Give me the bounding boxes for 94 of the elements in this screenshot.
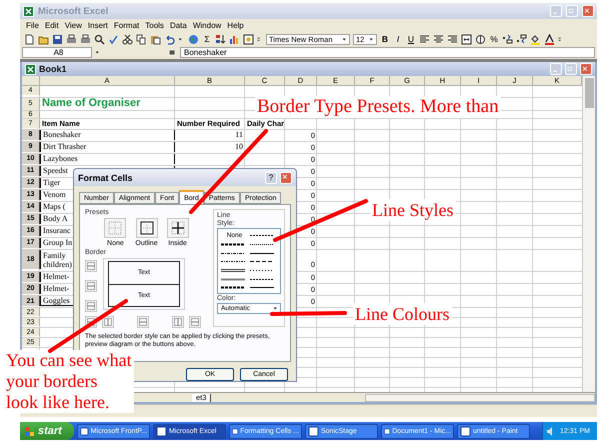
line-style-sample[interactable] [249, 285, 275, 290]
border-toggle-icon [139, 318, 147, 326]
annotation-text: You can see what your borders look like here. [4, 350, 134, 413]
excel-logo-icon[interactable] [25, 64, 36, 74]
preset-button[interactable] [136, 218, 158, 238]
border-toggle-button[interactable] [189, 316, 201, 328]
app-icon[interactable] [232, 426, 238, 436]
line-style-sample[interactable] [249, 268, 275, 274]
line-style-sample[interactable] [220, 259, 246, 264]
menu-item[interactable]: Help [227, 21, 244, 30]
clipboard-icon[interactable] [150, 34, 161, 44]
save-icon[interactable] [52, 34, 63, 44]
menu-item[interactable]: Format [114, 21, 140, 30]
align-left-icon[interactable] [419, 34, 430, 44]
border-toggle-icon [104, 318, 112, 326]
line-style-sample[interactable] [249, 259, 275, 264]
window-title: Microsoft Excel [38, 6, 110, 16]
border-toggle-button[interactable] [102, 316, 114, 328]
menu-item[interactable]: Tools [145, 21, 164, 30]
table-cell-text: 11 [234, 130, 244, 140]
annotation-text: Line Styles [370, 199, 456, 221]
merge-icon[interactable] [461, 34, 472, 44]
corner-cell[interactable] [22, 76, 40, 86]
border-toggle-button[interactable] [137, 316, 149, 328]
border-toggle-icon [87, 262, 95, 270]
outline-border-icon [140, 221, 154, 235]
border-toggle-icon [87, 302, 95, 310]
printer-icon[interactable] [66, 34, 77, 44]
fill-bucket-icon[interactable] [530, 34, 541, 44]
border-toggle-icon [174, 318, 182, 326]
menu-item[interactable]: File [26, 21, 39, 30]
percent-button[interactable]: % [489, 34, 499, 44]
sort-icon[interactable] [215, 34, 226, 44]
name-box[interactable]: A8 [22, 47, 92, 58]
underline-button[interactable]: U [406, 34, 416, 44]
help-button[interactable]: ? [265, 172, 277, 184]
coin-icon[interactable] [475, 34, 486, 44]
magnifier-icon[interactable] [94, 34, 105, 44]
inside-border-icon [170, 221, 185, 235]
italic-button[interactable]: I [393, 34, 403, 44]
table-cell: Dirt Thrasher [40, 142, 175, 152]
line-style-sample[interactable] [220, 268, 246, 274]
menu-item[interactable]: Window [192, 21, 222, 30]
table-cell-text: 10 [234, 142, 244, 152]
vertical-scrollbar[interactable] [582, 76, 595, 392]
app-icon[interactable] [80, 426, 89, 436]
formula-field[interactable]: Boneshaker [180, 47, 595, 58]
bar-chart-icon[interactable] [229, 34, 240, 44]
sheet-heading: Name of Organiser [41, 98, 142, 110]
autosum-button[interactable]: Σ [202, 34, 212, 44]
menu-item[interactable]: Data [170, 21, 187, 30]
border-toggle-icon [87, 282, 95, 290]
spellcheck-icon[interactable] [108, 34, 119, 44]
align-center-icon[interactable] [433, 34, 444, 44]
printer-icon[interactable] [80, 34, 91, 44]
align-right-icon[interactable] [447, 34, 458, 44]
line-style-sample[interactable] [220, 242, 246, 248]
copy-icon[interactable] [136, 34, 147, 44]
workbook-title: Book1 [39, 64, 68, 74]
windows-flag-icon[interactable] [24, 426, 35, 436]
preset-button[interactable] [166, 218, 189, 238]
annotation-text: Border Type Presets. More than [255, 96, 501, 118]
line-style-sample[interactable] [249, 232, 275, 238]
bold-button[interactable]: B [380, 34, 390, 44]
decimal-remove-icon[interactable] [516, 34, 527, 44]
border-toggle-button[interactable] [172, 316, 184, 328]
menu-item[interactable]: View [64, 21, 82, 30]
border-toggle-button[interactable] [85, 300, 97, 312]
undo-icon[interactable] [164, 34, 175, 44]
line-style-sample[interactable] [220, 250, 246, 256]
border-toggle-icon [191, 318, 199, 326]
excel-logo-icon[interactable] [23, 6, 34, 16]
no-border-icon [108, 221, 122, 235]
font-color-icon[interactable] [544, 34, 555, 44]
line-style-sample[interactable] [220, 285, 246, 290]
app-icon[interactable] [156, 426, 167, 436]
horizontal-scrollbar[interactable] [365, 394, 595, 402]
line-style-sample[interactable] [249, 250, 275, 256]
table-cell: Lazybones [40, 154, 175, 164]
app-icon[interactable] [460, 426, 471, 436]
border-toggle-button[interactable] [85, 280, 97, 292]
menu-item[interactable]: Edit [44, 21, 59, 30]
table-cell: Boneshaker [40, 130, 175, 140]
menu-item[interactable]: Insert [88, 21, 108, 30]
border-toggle-button[interactable] [85, 260, 97, 272]
app-icon[interactable] [384, 426, 390, 436]
border-toggle-icon [87, 318, 95, 326]
scissors-icon[interactable] [122, 34, 133, 44]
annotation-text: Line Colours [353, 303, 452, 325]
help-icon[interactable] [243, 34, 254, 44]
decimal-add-icon[interactable] [502, 34, 513, 44]
app-icon[interactable] [308, 426, 319, 436]
line-style-sample[interactable] [249, 276, 275, 282]
line-style-sample[interactable] [249, 242, 275, 248]
